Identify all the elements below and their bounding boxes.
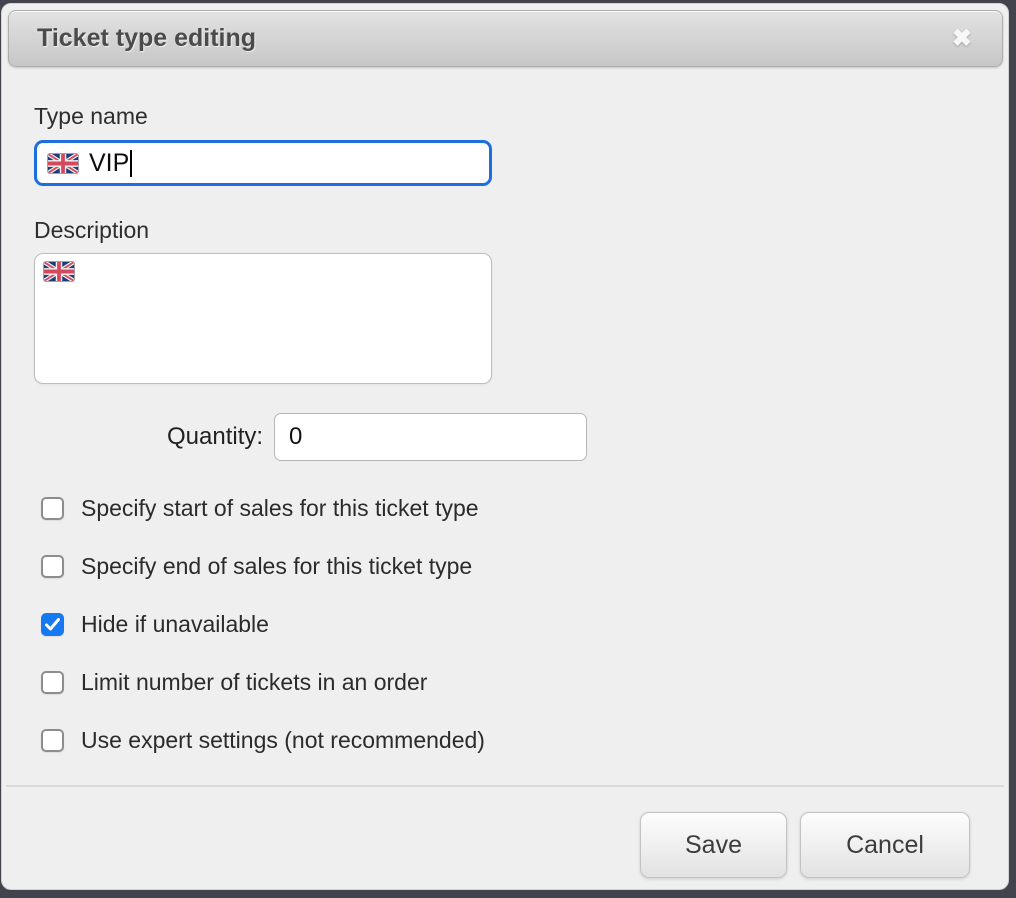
quantity-input[interactable] [274,413,587,461]
checkbox-hide-if-unavailable[interactable]: Hide if unavailable [41,611,976,638]
dialog-footer: Save Cancel [2,787,1008,878]
close-icon: ✖ [952,25,972,52]
type-name-label: Type name [34,103,976,130]
text-caret [130,150,132,177]
checkbox-label: Specify end of sales for this ticket typ… [81,553,472,580]
save-button[interactable]: Save [640,812,787,878]
type-name-input[interactable]: VIP [34,140,492,186]
checkbox-icon[interactable] [41,671,64,694]
dialog-header: Ticket type editing ✖ [8,10,1003,67]
checkbox-icon[interactable] [41,729,64,752]
dialog-content: Type name VIP Description [2,103,1008,754]
description-textarea[interactable] [34,253,492,384]
type-name-value: VIP [89,149,129,178]
quantity-label: Quantity: [167,423,263,451]
checkbox-label: Limit number of tickets in an order [81,669,427,696]
checkbox-icon[interactable] [41,497,64,520]
dialog-title: Ticket type editing [37,24,948,53]
description-label: Description [34,217,976,244]
check-icon [45,618,60,631]
quantity-row: Quantity: [34,413,976,461]
checkbox-label: Specify start of sales for this ticket t… [81,495,479,522]
checkbox-label: Use expert settings (not recommended) [81,727,485,754]
checkbox-list: Specify start of sales for this ticket t… [41,495,976,754]
cancel-button[interactable]: Cancel [800,812,970,878]
uk-flag-icon [44,262,74,281]
checkbox-specify-end-of-sales[interactable]: Specify end of sales for this ticket typ… [41,553,976,580]
ticket-type-editing-dialog: Ticket type editing ✖ Type name VIP Desc… [1,3,1009,890]
close-button[interactable]: ✖ [948,23,976,55]
checkbox-icon[interactable] [41,613,64,636]
checkbox-limit-tickets-per-order[interactable]: Limit number of tickets in an order [41,669,976,696]
uk-flag-icon [48,154,78,173]
checkbox-label: Hide if unavailable [81,611,269,638]
checkbox-use-expert-settings[interactable]: Use expert settings (not recommended) [41,727,976,754]
checkbox-icon[interactable] [41,555,64,578]
checkbox-specify-start-of-sales[interactable]: Specify start of sales for this ticket t… [41,495,976,522]
